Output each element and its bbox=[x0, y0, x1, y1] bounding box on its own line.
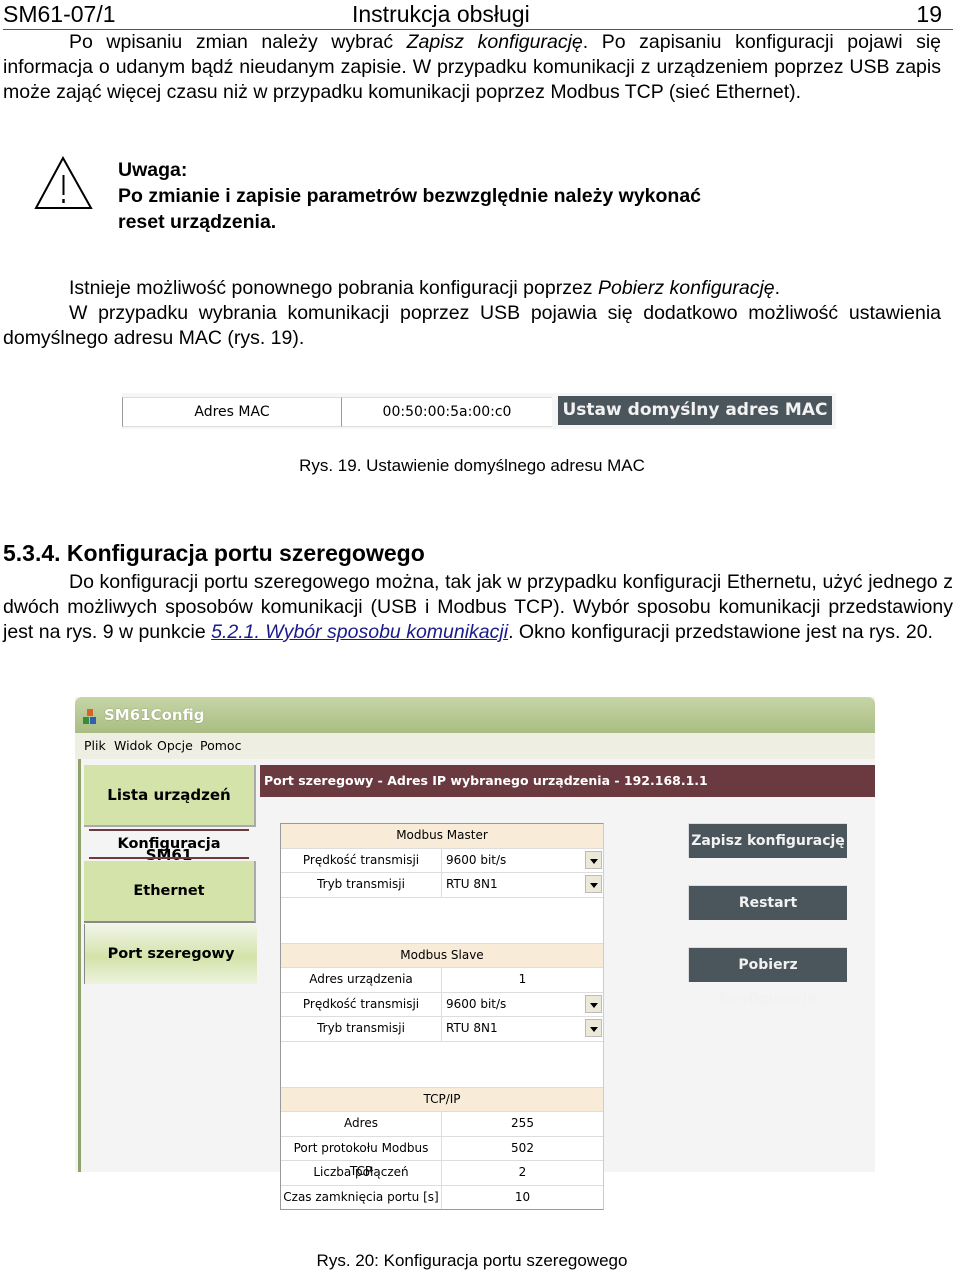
load-configuration-button[interactable]: Pobierz konfigurację bbox=[688, 947, 847, 1007]
slave-mode-select[interactable]: RTU 8N1 bbox=[442, 1017, 603, 1041]
warning-line-2: reset urządzenia. bbox=[118, 211, 277, 233]
section-text-b: . Okno konfiguracji przedstawione jest n… bbox=[508, 621, 933, 643]
app-icon bbox=[83, 709, 97, 725]
grid-row: Tryb transmisji RTU 8N1 bbox=[281, 873, 603, 898]
section-paragraph: Do konfiguracji portu szeregowego można,… bbox=[3, 570, 953, 645]
sidebar: Lista urządzeń SM61 Konfiguracja Etherne… bbox=[78, 759, 261, 1172]
page-number: 19 bbox=[916, 1, 942, 27]
sidebar-item-serial-port[interactable]: Port szeregowy bbox=[84, 924, 257, 984]
grid-row: Prędkość transmisji 9600 bit/s bbox=[281, 992, 603, 1017]
menu-plik[interactable]: Plik bbox=[84, 738, 106, 753]
select-value: RTU 8N1 bbox=[446, 1021, 498, 1035]
master-baud-select[interactable]: 9600 bit/s bbox=[442, 849, 603, 873]
main-panel: Port szeregowy - Adres IP wybranego urzą… bbox=[260, 759, 875, 1210]
tcp-port-field[interactable]: 502 bbox=[442, 1137, 603, 1161]
reload-text-a: Istnieje możliwość ponownego pobrania ko… bbox=[69, 277, 598, 299]
grid-spacer bbox=[281, 1041, 603, 1088]
title-bar: SM61Config bbox=[75, 697, 875, 733]
row-label: Liczba połączeń bbox=[281, 1161, 442, 1185]
mac-label: Adres MAC bbox=[122, 397, 341, 427]
usb-mac-text: W przypadku wybrania komunikacji poprzez… bbox=[3, 302, 941, 349]
grid-row: Prędkość transmisji 9600 bit/s bbox=[281, 848, 603, 873]
warning-title: Uwaga: bbox=[118, 159, 188, 181]
select-value: 9600 bit/s bbox=[446, 996, 507, 1011]
grid-row: Port protokołu Modbus TCP 502 bbox=[281, 1136, 603, 1178]
grid-spacer bbox=[281, 897, 603, 944]
dropdown-arrow-icon[interactable] bbox=[585, 1019, 602, 1037]
grid-row: Czas zamknięcia portu [s] 10 bbox=[281, 1185, 603, 1210]
section-header-tcpip: TCP/IP bbox=[281, 1087, 603, 1112]
section-link[interactable]: 5.2.1. Wybór sposobu komunikacji bbox=[211, 621, 508, 643]
dropdown-arrow-icon[interactable] bbox=[585, 994, 602, 1013]
reload-text-b: . bbox=[774, 277, 781, 299]
section-header-modbus-slave: Modbus Slave bbox=[281, 943, 603, 968]
grid-row: Adres 255 bbox=[281, 1112, 603, 1137]
panel-banner: Port szeregowy - Adres IP wybranego urzą… bbox=[260, 765, 875, 797]
tcp-address-field[interactable]: 255 bbox=[442, 1112, 603, 1136]
menu-pomoc[interactable]: Pomoc bbox=[200, 738, 241, 753]
port-close-time-field[interactable]: 10 bbox=[442, 1186, 603, 1210]
row-label: Adres urządzenia bbox=[281, 968, 442, 992]
doc-title: Instrukcja obsługi bbox=[352, 1, 530, 27]
doc-code: SM61-07/1 bbox=[3, 1, 116, 27]
select-value: RTU 8N1 bbox=[446, 877, 498, 891]
menu-widok[interactable]: Widok bbox=[114, 738, 152, 753]
configuration-group-label: Konfiguracja bbox=[89, 829, 249, 859]
settings-grid: Modbus Master Prędkość transmisji 9600 b… bbox=[280, 823, 604, 1210]
warning-line-1: Po zmianie i zapisie parametrów bezwzglę… bbox=[118, 185, 702, 207]
section-heading: 5.3.4. Konfiguracja portu szeregowego bbox=[3, 540, 425, 566]
mac-value-field[interactable]: 00:50:00:5a:00:c0 bbox=[341, 397, 552, 427]
figure-20-caption: Rys. 20: Konfiguracja portu szeregowego bbox=[316, 1251, 628, 1270]
section-header-modbus-master: Modbus Master bbox=[281, 824, 603, 849]
row-label: Tryb transmisji bbox=[281, 1017, 442, 1041]
usb-mac-paragraph: W przypadku wybrania komunikacji poprzez… bbox=[3, 301, 941, 351]
row-label: Adres bbox=[281, 1112, 442, 1136]
row-label: Prędkość transmisji bbox=[281, 848, 442, 872]
row-label: Prędkość transmisji bbox=[281, 992, 442, 1016]
device-list-button[interactable]: Lista urządzeń SM61 bbox=[84, 765, 256, 864]
sm61config-window: SM61Config Plik Widok Opcje Pomoc Lista … bbox=[75, 697, 875, 1210]
window-title: SM61Config bbox=[104, 706, 205, 724]
menu-opcje[interactable]: Opcje bbox=[157, 738, 193, 753]
sidebar-item-ethernet[interactable]: Ethernet bbox=[84, 861, 256, 923]
row-label: Tryb transmisji bbox=[281, 873, 442, 897]
mac-address-figure: Adres MAC 00:50:00:5a:00:c0 Ustaw domyśl… bbox=[122, 393, 836, 429]
dropdown-arrow-icon[interactable] bbox=[585, 875, 602, 893]
row-label: Czas zamknięcia portu [s] bbox=[281, 1185, 442, 1209]
reload-paragraph: Istnieje możliwość ponownego pobrania ko… bbox=[3, 276, 941, 301]
set-default-mac-button[interactable]: Ustaw domyślny adres MAC bbox=[558, 396, 832, 425]
figure-19-caption: Rys. 19. Ustawienie domyślnego adresu MA… bbox=[299, 456, 645, 475]
save-configuration-button[interactable]: Zapisz konfigurację bbox=[688, 823, 847, 858]
select-value: 9600 bit/s bbox=[446, 852, 507, 867]
grid-row: Liczba połączeń 2 bbox=[281, 1161, 603, 1186]
reload-emphasis: Pobierz konfigurację bbox=[597, 277, 775, 299]
restart-button[interactable]: Restart bbox=[688, 885, 847, 920]
row-label: Port protokołu Modbus TCP bbox=[281, 1136, 442, 1178]
page-header: SM61-07/1 Instrukcja obsługi 19 bbox=[0, 0, 960, 28]
master-mode-select[interactable]: RTU 8N1 bbox=[442, 873, 603, 897]
grid-row: Tryb transmisji RTU 8N1 bbox=[281, 1017, 603, 1042]
menu-bar: Plik Widok Opcje Pomoc bbox=[75, 733, 875, 759]
grid-row: Adres urządzenia 1 bbox=[281, 968, 603, 993]
intro-paragraph: Po wpisaniu zmian należy wybrać Zapisz k… bbox=[3, 30, 941, 105]
intro-text-a: Po wpisaniu zmian należy wybrać bbox=[69, 31, 407, 53]
warning-triangle-icon bbox=[34, 155, 94, 212]
slave-address-field[interactable]: 1 bbox=[442, 968, 603, 992]
connection-count-field[interactable]: 2 bbox=[442, 1161, 603, 1185]
slave-baud-select[interactable]: 9600 bit/s bbox=[442, 993, 603, 1017]
warning-box: Uwaga: Po zmianie i zapisie parametrów b… bbox=[118, 157, 878, 235]
intro-emphasis: Zapisz konfigurację bbox=[406, 31, 583, 53]
dropdown-arrow-icon[interactable] bbox=[585, 850, 602, 869]
